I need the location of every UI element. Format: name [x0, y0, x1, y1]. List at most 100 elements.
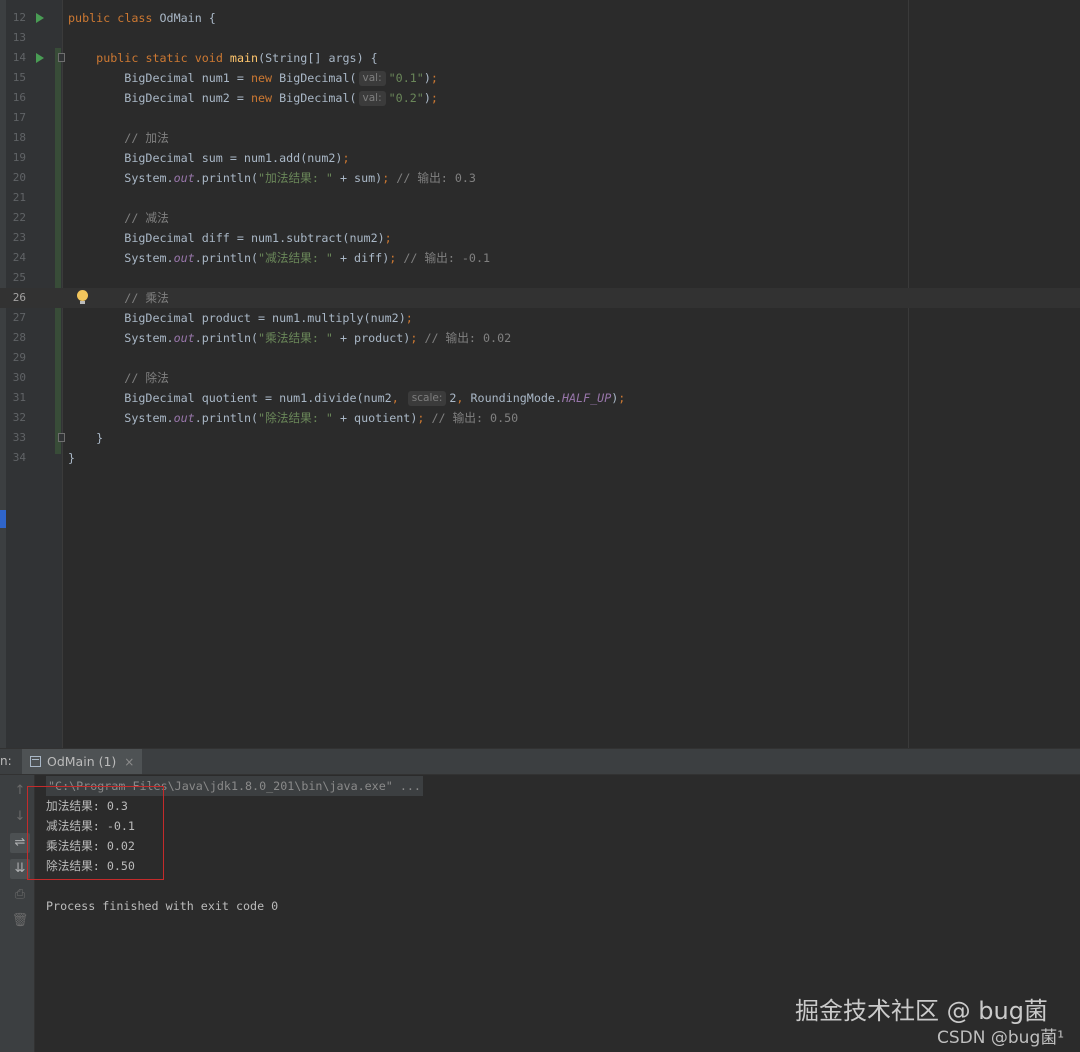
- code-text: BigDecimal sum = num1.add(num2);: [68, 148, 349, 168]
- code-token: + product): [332, 331, 411, 345]
- code-token: "加法结果: ": [258, 171, 333, 185]
- code-line[interactable]: 29: [0, 348, 1080, 368]
- run-gutter-icon[interactable]: [36, 13, 44, 23]
- run-gutter-icon[interactable]: [36, 53, 44, 63]
- code-line[interactable]: 18 // 加法: [0, 128, 1080, 148]
- code-token: System.: [68, 331, 174, 345]
- code-token: + quotient): [332, 411, 418, 425]
- code-token: .println(: [194, 251, 259, 265]
- code-token: "0.2": [388, 91, 424, 105]
- fold-icon[interactable]: [58, 433, 65, 442]
- fold-icon[interactable]: [58, 53, 65, 62]
- line-number: 17: [12, 111, 26, 124]
- code-line[interactable]: 17: [0, 108, 1080, 128]
- code-line[interactable]: 15 BigDecimal num1 = new BigDecimal(val:…: [0, 68, 1080, 88]
- close-icon[interactable]: ×: [124, 755, 134, 769]
- code-token: "0.1": [388, 71, 424, 85]
- code-token: "乘法结果: ": [258, 331, 333, 345]
- trash-icon[interactable]: 🗑: [10, 911, 30, 931]
- parameter-hint: val:: [358, 91, 386, 106]
- code-line[interactable]: 21: [0, 188, 1080, 208]
- code-token: HALF_UP: [561, 391, 612, 405]
- line-number: 14: [12, 51, 26, 64]
- code-line[interactable]: 26 // 乘法: [0, 288, 1080, 308]
- code-text: }: [68, 428, 103, 448]
- code-line[interactable]: 16 BigDecimal num2 = new BigDecimal(val:…: [0, 88, 1080, 108]
- code-token: out: [173, 331, 195, 345]
- code-token: // 减法: [124, 211, 169, 225]
- code-token: "除法结果: ": [258, 411, 333, 425]
- code-text: public static void main(String[] args) {: [68, 48, 378, 68]
- watermark-juejin: 掘金技术社区 @ bug菌: [795, 997, 1048, 1025]
- code-token: System.: [68, 251, 174, 265]
- code-line[interactable]: 32 System.out.println("除法结果: " + quotien…: [0, 408, 1080, 428]
- code-token: out: [173, 411, 195, 425]
- code-token: ;: [384, 231, 392, 245]
- line-number: 29: [12, 351, 26, 364]
- code-token: // 除法: [124, 371, 169, 385]
- code-line[interactable]: 31 BigDecimal quotient = num1.divide(num…: [0, 388, 1080, 408]
- code-token: ;: [342, 151, 350, 165]
- code-line[interactable]: 33 }: [0, 428, 1080, 448]
- code-token: BigDecimal sum = num1.add(num2): [68, 151, 343, 165]
- code-text: BigDecimal diff = num1.subtract(num2);: [68, 228, 392, 248]
- output-highlight-box: [27, 786, 164, 880]
- code-line[interactable]: 12 public class OdMain {: [0, 8, 1080, 28]
- code-line[interactable]: 14 public static void main(String[] args…: [0, 48, 1080, 68]
- code-line[interactable]: 20 System.out.println("加法结果: " + sum); /…: [0, 168, 1080, 188]
- tab-run-odmain[interactable]: OdMain (1) ×: [22, 749, 143, 774]
- line-number: 15: [12, 71, 26, 84]
- line-number: 22: [12, 211, 26, 224]
- line-number: 20: [12, 171, 26, 184]
- code-token: public: [68, 11, 111, 25]
- code-token: // 乘法: [124, 291, 169, 305]
- line-number: 34: [12, 451, 26, 464]
- code-line[interactable]: 24 System.out.println("减法结果: " + diff); …: [0, 248, 1080, 268]
- code-token: // 输出: 0.02: [424, 331, 512, 345]
- print-icon[interactable]: ⎙: [10, 885, 30, 905]
- code-token: // 输出: 0.3: [396, 171, 476, 185]
- code-token: new: [250, 71, 273, 85]
- code-token: ;: [430, 91, 438, 105]
- line-number: 21: [12, 191, 26, 204]
- line-number: 19: [12, 151, 26, 164]
- code-line[interactable]: 19 BigDecimal sum = num1.add(num2);: [0, 148, 1080, 168]
- code-line[interactable]: 34}: [0, 448, 1080, 468]
- code-token: OdMain {: [152, 11, 216, 25]
- code-token: class: [117, 11, 153, 25]
- code-token: }: [68, 431, 104, 445]
- code-token: // 输出: 0.50: [431, 411, 519, 425]
- code-token: out: [173, 251, 195, 265]
- code-token: System.: [68, 171, 174, 185]
- code-token: public: [96, 51, 139, 65]
- code-line[interactable]: 13: [0, 28, 1080, 48]
- code-text: BigDecimal num2 = new BigDecimal(val: "0.…: [68, 88, 438, 108]
- code-text: System.out.println("减法结果: " + diff); // …: [68, 248, 490, 268]
- code-token: BigDecimal(: [272, 71, 357, 85]
- code-token: (String[] args) {: [258, 51, 378, 65]
- code-token: .println(: [194, 411, 259, 425]
- line-number: 28: [12, 331, 26, 344]
- line-number: 12: [12, 11, 26, 24]
- line-number: 18: [12, 131, 26, 144]
- line-number: 30: [12, 371, 26, 384]
- line-number: 33: [12, 431, 26, 444]
- code-line[interactable]: 30 // 除法: [0, 368, 1080, 388]
- code-token: ): [423, 71, 431, 85]
- line-number: 26: [12, 291, 26, 304]
- code-token: }: [68, 451, 76, 465]
- code-token: BigDecimal num1 =: [68, 71, 251, 85]
- parameter-hint: scale:: [407, 391, 447, 406]
- code-line[interactable]: 23 BigDecimal diff = num1.subtract(num2)…: [0, 228, 1080, 248]
- code-line[interactable]: 27 BigDecimal product = num1.multiply(nu…: [0, 308, 1080, 328]
- code-text: // 减法: [68, 208, 169, 228]
- parameter-hint: val:: [358, 71, 386, 86]
- code-line[interactable]: 22 // 减法: [0, 208, 1080, 228]
- code-token: BigDecimal num2 =: [68, 91, 251, 105]
- code-line[interactable]: 28 System.out.println("乘法结果: " + product…: [0, 328, 1080, 348]
- code-line[interactable]: 25: [0, 268, 1080, 288]
